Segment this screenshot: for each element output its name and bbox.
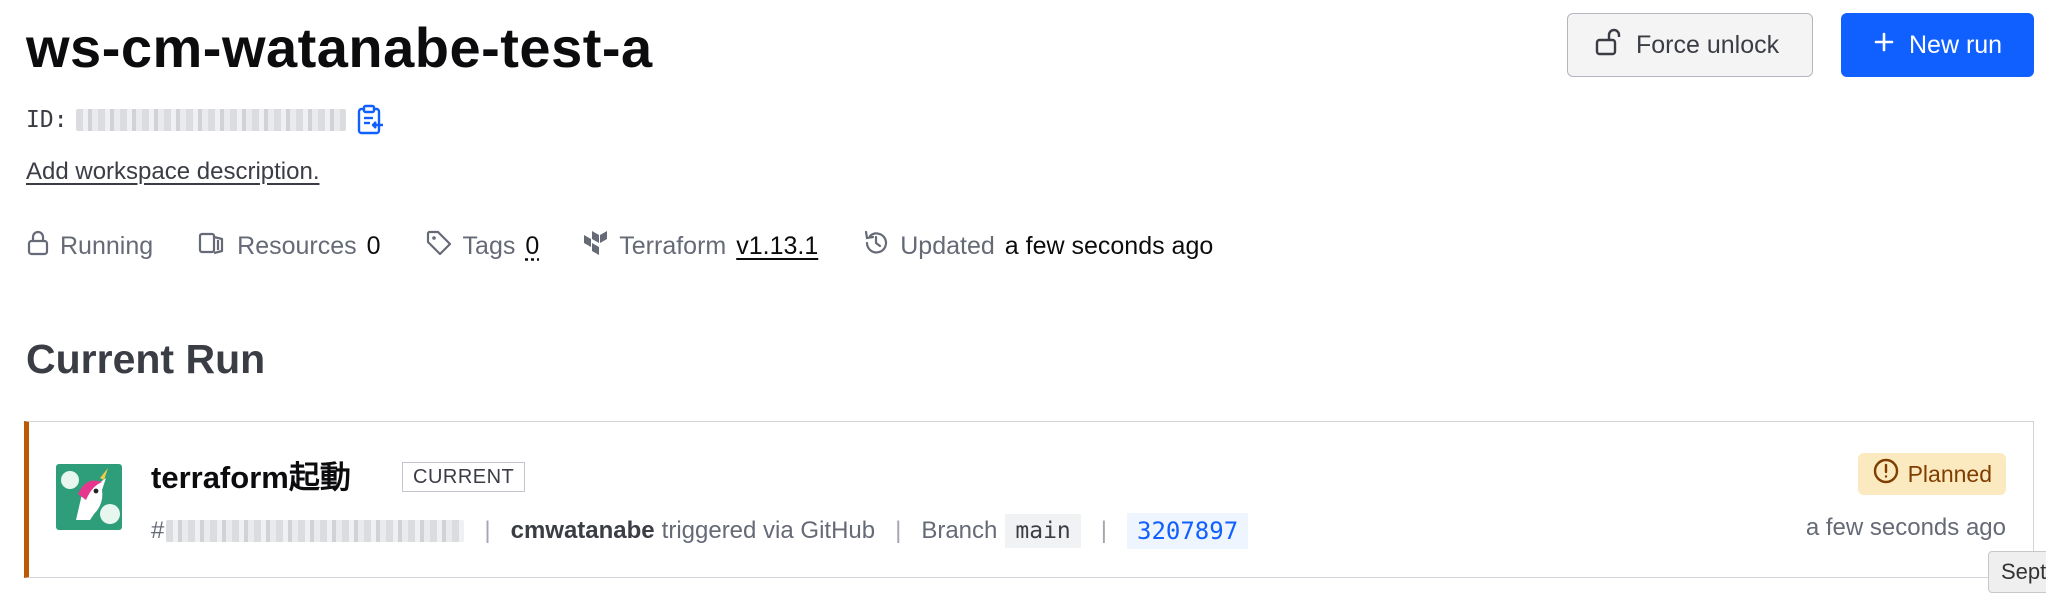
- meta-tags-count[interactable]: 0: [525, 232, 539, 261]
- workspace-meta-row: Running Resources 0 Tags 0 Terraform v1.…: [26, 228, 1257, 264]
- meta-status-text: Running: [60, 231, 154, 260]
- meta-tags-label: Tags: [462, 231, 516, 260]
- meta-terraform-label: Terraform: [619, 231, 727, 260]
- meta-resources-count: 0: [366, 231, 381, 260]
- resources-icon: [197, 230, 227, 263]
- meta-resources-label: Resources: [237, 231, 357, 260]
- unlock-icon: [1594, 27, 1622, 64]
- meta-updated: Updated a few seconds ago: [862, 229, 1213, 264]
- add-description-link[interactable]: Add workspace description.: [26, 158, 319, 186]
- meta-updated-value: a few seconds ago: [1004, 231, 1214, 260]
- meta-status: Running: [26, 229, 153, 264]
- run-id-redacted: [166, 520, 465, 542]
- tooltip-fragment: Sept: [1988, 551, 2046, 593]
- history-icon: [862, 229, 890, 264]
- new-run-button[interactable]: New run: [1841, 13, 2034, 77]
- avatar: [56, 464, 122, 530]
- force-unlock-label: Force unlock: [1636, 30, 1780, 59]
- workspace-id-redacted: [75, 109, 346, 131]
- run-branch-label: Branch: [921, 517, 998, 544]
- separator: |: [895, 517, 902, 544]
- meta-terraform: Terraform v1.13.1: [583, 229, 818, 264]
- alert-circle-icon: [1872, 457, 1900, 491]
- plus-icon: [1873, 31, 1895, 60]
- new-run-label: New run: [1909, 30, 2003, 59]
- run-trigger-text: triggered via GitHub: [661, 517, 876, 544]
- run-commit-link[interactable]: 3207897: [1127, 513, 1249, 549]
- meta-updated-label: Updated: [900, 231, 995, 260]
- run-timestamp: a few seconds ago: [1805, 514, 2006, 541]
- tag-icon: [425, 229, 453, 264]
- copy-clipboard-icon[interactable]: [354, 104, 386, 136]
- lock-icon: [26, 229, 50, 264]
- current-run-card[interactable]: terraform起動 CURRENT # | cmwatanabe trigg…: [24, 421, 2034, 578]
- run-status-text: Planned: [1907, 460, 1992, 487]
- terraform-logo-icon: [583, 229, 609, 264]
- run-status-badge: Planned: [1857, 453, 2006, 495]
- run-hash-prefix: #: [151, 517, 165, 544]
- force-unlock-button[interactable]: Force unlock: [1567, 13, 1813, 77]
- meta-tags: Tags 0: [425, 229, 539, 264]
- current-badge: CURRENT: [402, 462, 526, 492]
- run-details: # | cmwatanabe triggered via GitHub | Br…: [151, 512, 1249, 550]
- workspace-id-label: ID:: [26, 107, 68, 133]
- run-branch: main: [1005, 514, 1081, 548]
- current-run-heading: Current Run: [26, 336, 266, 382]
- workspace-title: ws-cm-watanabe-test-a: [26, 16, 653, 79]
- meta-resources: Resources 0: [197, 230, 381, 263]
- separator: |: [1100, 517, 1107, 544]
- run-title[interactable]: terraform起動: [151, 452, 351, 497]
- meta-terraform-version[interactable]: v1.13.1: [736, 232, 818, 261]
- workspace-id-row: ID:: [26, 104, 386, 136]
- run-user: cmwatanabe: [510, 517, 655, 544]
- separator: |: [484, 517, 491, 544]
